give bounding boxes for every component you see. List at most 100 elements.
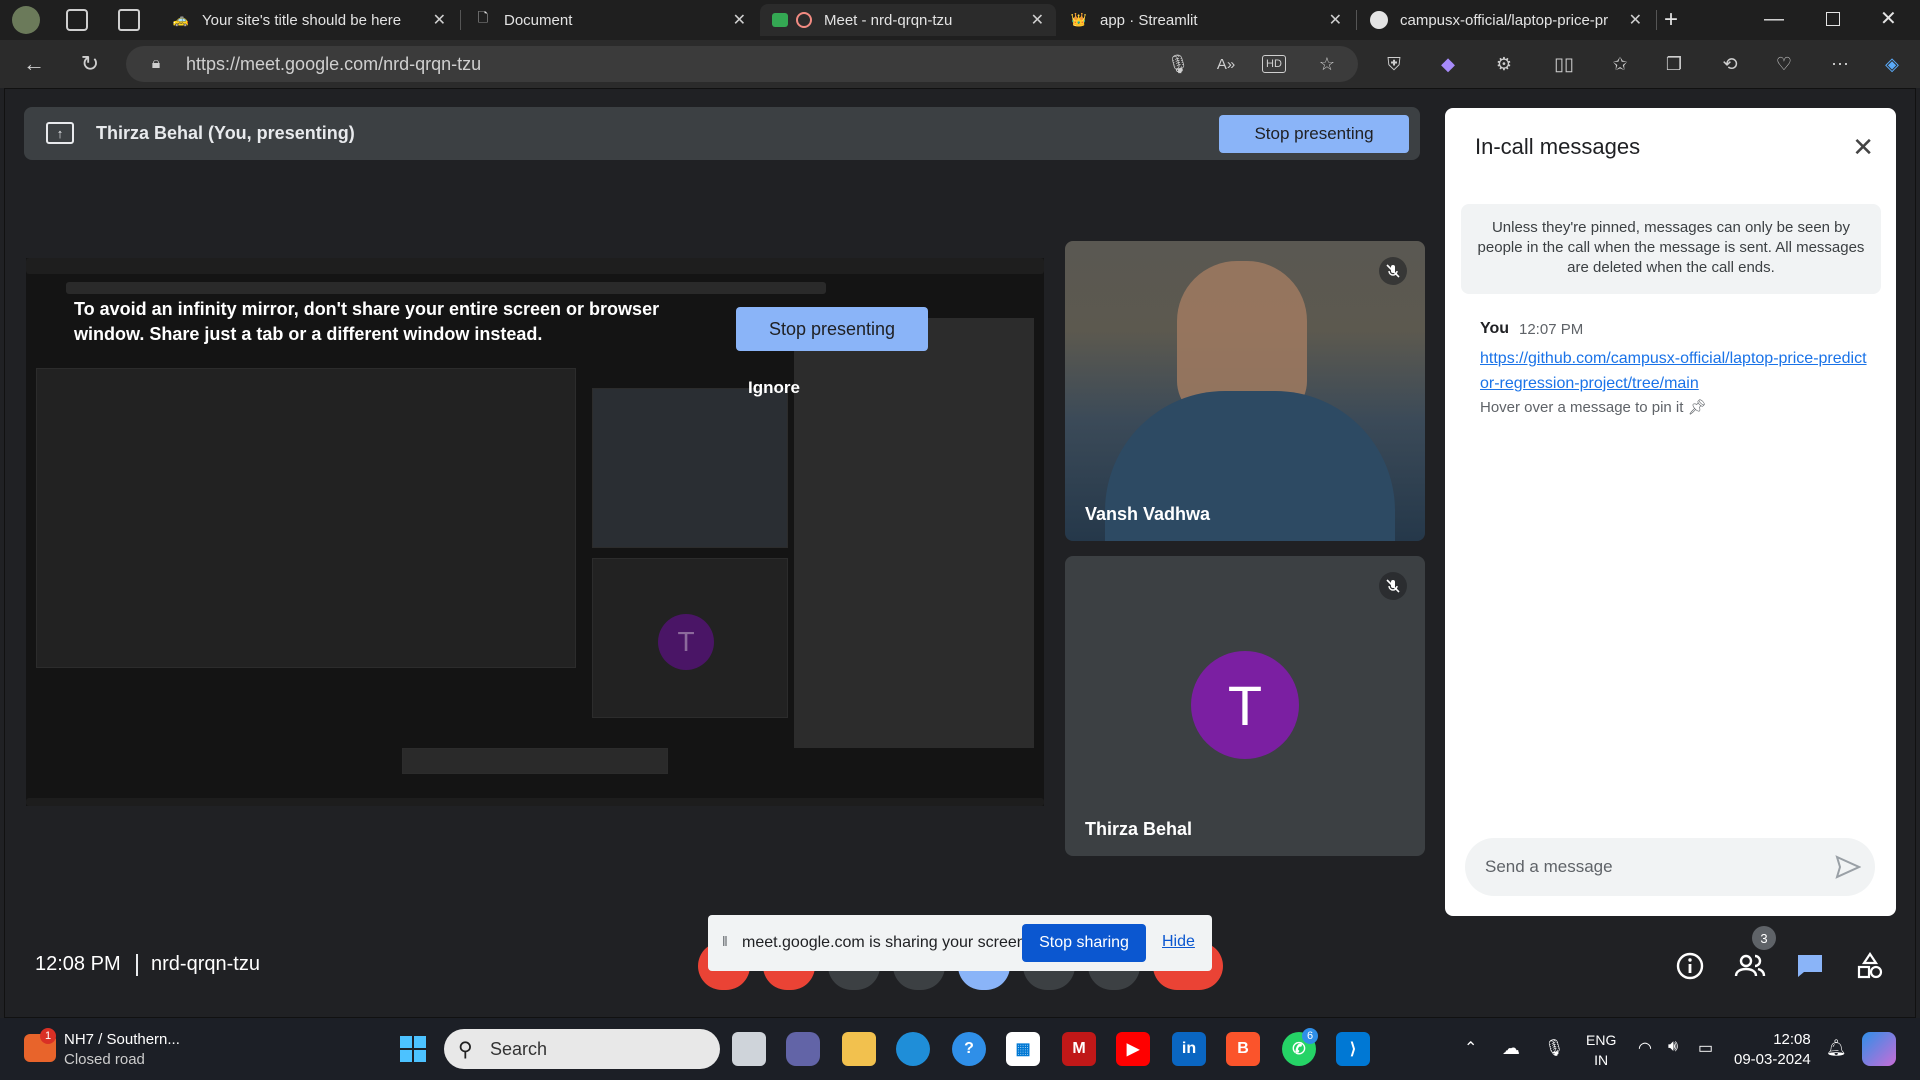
- wifi-icon[interactable]: ◠: [1638, 1038, 1652, 1058]
- recording-icon: [796, 12, 812, 28]
- minimize-icon[interactable]: —: [1764, 8, 1784, 31]
- message-sender: You: [1480, 320, 1510, 337]
- shield-extension-icon[interactable]: ⛨: [1380, 50, 1408, 78]
- onedrive-icon[interactable]: ☁: [1502, 1038, 1520, 1059]
- taskbar-clock[interactable]: 12:08 09-03-2024: [1734, 1030, 1811, 1070]
- microphone-icon[interactable]: 🎙︎: [1164, 50, 1192, 78]
- tab-streamlit[interactable]: 👑 app · Streamlit ✕: [1058, 4, 1354, 36]
- workspaces-icon[interactable]: [66, 9, 88, 31]
- people-count-badge: 3: [1752, 926, 1776, 950]
- close-icon[interactable]: ✕: [733, 10, 746, 30]
- infinity-mirror-warning: To avoid an infinity mirror, don't share…: [74, 299, 660, 344]
- pin-icon[interactable]: 📌︎: [1688, 399, 1707, 416]
- help-icon[interactable]: ?: [952, 1032, 986, 1066]
- meet-favicon-icon: [772, 13, 788, 27]
- profile-avatar[interactable]: [12, 6, 40, 34]
- meet-app-icon[interactable]: [786, 1032, 820, 1066]
- people-icon[interactable]: [1732, 948, 1768, 984]
- mic-muted-icon: [1379, 257, 1407, 285]
- lock-icon[interactable]: 🔒︎: [142, 50, 170, 78]
- present-screen-icon: ↑: [46, 122, 74, 144]
- close-icon[interactable]: ✕: [1629, 10, 1642, 30]
- tab-divider: [1356, 10, 1357, 30]
- store-icon[interactable]: ▦: [1006, 1032, 1040, 1066]
- split-screen-icon[interactable]: ▯▯: [1550, 50, 1578, 78]
- task-view-icon[interactable]: [732, 1032, 766, 1066]
- message-link[interactable]: https://github.com/campusx-official/lapt…: [1480, 346, 1870, 396]
- tab-label: Document: [504, 11, 573, 29]
- reload-icon[interactable]: ↻: [76, 50, 104, 78]
- tab-meet[interactable]: Meet - nrd-qrqn-tzu ✕: [760, 4, 1056, 36]
- weather-badge: 1: [40, 1028, 56, 1044]
- tab-site-title[interactable]: 🚕 Your site's title should be here ✕: [160, 4, 458, 36]
- vscode-icon[interactable]: ⟩: [1336, 1032, 1370, 1066]
- participant-tile-vansh[interactable]: Vansh Vadhwa: [1065, 241, 1425, 541]
- youtube-icon[interactable]: ▶: [1116, 1032, 1150, 1066]
- favorites-icon[interactable]: ✩: [1606, 50, 1634, 78]
- copilot-taskbar-icon[interactable]: [1862, 1032, 1896, 1066]
- url-text: https://meet.google.com/nrd-qrqn-tzu: [186, 53, 482, 74]
- avatar: T: [1191, 651, 1299, 759]
- close-icon[interactable]: ✕: [1031, 10, 1044, 30]
- preview-avatar: T: [658, 614, 714, 670]
- collections-icon[interactable]: ❐: [1660, 50, 1688, 78]
- ignore-button[interactable]: Ignore: [748, 378, 800, 398]
- drag-handle-icon[interactable]: ‖: [722, 933, 728, 949]
- activities-icon[interactable]: [1852, 948, 1888, 984]
- language-indicator[interactable]: ENG IN: [1586, 1030, 1616, 1070]
- streamlit-favicon-icon: 👑: [1070, 12, 1088, 27]
- edge-icon[interactable]: [896, 1032, 930, 1066]
- close-window-icon[interactable]: ✕: [1880, 6, 1897, 31]
- hide-link[interactable]: Hide: [1162, 933, 1195, 951]
- favorite-star-icon[interactable]: ☆: [1313, 50, 1341, 78]
- close-icon[interactable]: ✕: [1852, 132, 1874, 163]
- history-icon[interactable]: ⟲: [1716, 50, 1744, 78]
- stop-presenting-button-warning[interactable]: Stop presenting: [736, 307, 928, 351]
- stop-sharing-button[interactable]: Stop sharing: [1022, 924, 1146, 962]
- meeting-code: nrd-qrqn-tzu: [151, 953, 260, 975]
- performance-icon[interactable]: ♡: [1770, 50, 1798, 78]
- share-banner-text: meet.google.com is sharing your screen.: [742, 934, 1031, 951]
- more-menu-icon[interactable]: ⋯: [1826, 50, 1854, 78]
- hd-icon[interactable]: HD: [1262, 55, 1286, 73]
- send-icon[interactable]: [1835, 855, 1861, 879]
- extension-purple-icon[interactable]: ◆: [1434, 50, 1462, 78]
- volume-icon[interactable]: 🔊︎: [1668, 1038, 1678, 1056]
- tab-divider: [460, 10, 461, 30]
- chat-icon[interactable]: [1792, 948, 1828, 984]
- extensions-icon[interactable]: ⚙: [1490, 50, 1518, 78]
- weather-widget[interactable]: NH7 / Southern... Closed road: [64, 1030, 180, 1070]
- restore-icon[interactable]: [1826, 12, 1840, 26]
- notification-bell-icon[interactable]: 🔔︎: [1826, 1038, 1846, 1058]
- stop-presenting-button[interactable]: Stop presenting: [1219, 115, 1409, 153]
- pin-hint-text: Hover over a message to pin it: [1480, 399, 1684, 416]
- back-icon[interactable]: ←: [20, 50, 48, 78]
- microphone-tray-icon[interactable]: 🎙︎: [1544, 1038, 1564, 1058]
- read-aloud-icon[interactable]: A»: [1212, 50, 1240, 78]
- windows-taskbar: 1 NH7 / Southern... Closed road ⚲ Search…: [0, 1018, 1920, 1080]
- close-icon[interactable]: ✕: [433, 10, 446, 30]
- mcafee-icon[interactable]: M: [1062, 1032, 1096, 1066]
- participant-tile-thirza[interactable]: T Thirza Behal: [1065, 556, 1425, 856]
- tab-document[interactable]: 🗋 Document ✕: [462, 4, 758, 36]
- show-hidden-icons[interactable]: ⌃: [1464, 1038, 1477, 1058]
- message-input[interactable]: Send a message: [1465, 838, 1875, 896]
- brave-icon[interactable]: B: [1226, 1032, 1260, 1066]
- meeting-info-icon[interactable]: [1672, 948, 1708, 984]
- document-favicon-icon: 🗋: [477, 10, 489, 25]
- close-icon[interactable]: ✕: [1329, 10, 1342, 30]
- windows-start-icon[interactable]: [396, 1032, 430, 1066]
- battery-icon[interactable]: ▭: [1698, 1038, 1713, 1058]
- tab-github[interactable]: campusx-official/laptop-price-pr ✕: [1358, 4, 1654, 36]
- presenting-label: Thirza Behal (You, presenting): [96, 123, 355, 143]
- taskbar-search[interactable]: ⚲ Search: [444, 1029, 720, 1069]
- linkedin-icon[interactable]: in: [1172, 1032, 1206, 1066]
- tab-actions-icon[interactable]: [118, 9, 140, 31]
- search-icon: ⚲: [458, 1039, 473, 1061]
- copilot-icon[interactable]: ◈: [1878, 50, 1906, 78]
- message-time: 12:07 PM: [1519, 321, 1584, 338]
- file-explorer-icon[interactable]: [842, 1032, 876, 1066]
- clock-date: 09-03-2024: [1734, 1051, 1811, 1068]
- new-tab-icon[interactable]: +: [1664, 6, 1678, 34]
- search-placeholder: Search: [490, 1038, 548, 1059]
